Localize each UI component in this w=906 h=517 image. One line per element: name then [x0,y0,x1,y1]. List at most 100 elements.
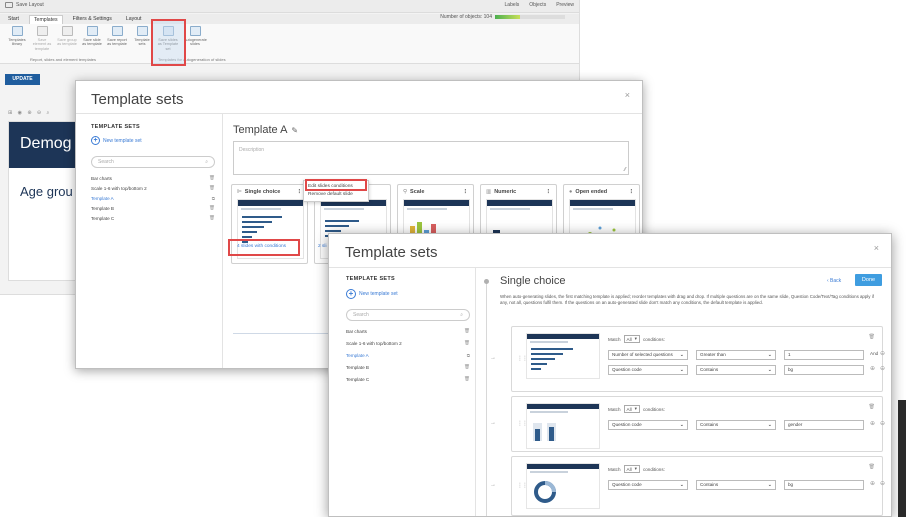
trash-icon[interactable]: 🗑 [464,376,470,382]
trash-icon[interactable]: 🗑 [869,464,875,470]
ribbon-button[interactable]: Save element as template [31,26,53,51]
labels-toggle[interactable]: Labels [505,2,520,8]
done-button[interactable]: Done [855,274,882,286]
more-icon[interactable]: ⋮ [297,189,303,195]
slide-toolbar: ⊞ ◉ ⊕ ⊖ ⌕ [8,110,52,116]
chevron-down-icon: ⌄ [679,422,684,428]
trash-icon[interactable]: 🗑 [209,175,215,181]
match-select[interactable]: All ▾ [623,335,640,343]
template-set-item[interactable]: Scale 1-6 with top/bottom 2 🗑 [91,183,215,193]
close-icon[interactable]: × [874,243,879,253]
field-select[interactable]: Question code ⌄ [608,365,688,375]
ribbon-button[interactable]: Save slide as template [81,26,103,47]
condition-block[interactable]: → ⋮⋮ Match All ▾ conditions: 🗑 Question c… [490,456,885,516]
trash-icon[interactable]: 🗑 [464,364,470,370]
remove-condition-icon[interactable]: ⊖ [880,420,885,427]
object-count: Number of objects: 104 [440,14,565,20]
trash-icon[interactable]: 🗑 [464,340,470,346]
chevron-down-icon: ⌄ [767,367,772,373]
copy-icon[interactable]: ⧉ [467,353,470,358]
match-select[interactable]: All ▾ [623,405,640,413]
ribbon-button[interactable]: Autogenerate slides [184,26,207,47]
trash-icon[interactable]: 🗑 [209,205,215,211]
value-input[interactable]: 1 [784,350,864,360]
tab-start[interactable]: Start [4,15,23,23]
template-set-item[interactable]: Bar charts 🗑 [346,325,470,337]
tab-layout[interactable]: Layout [122,15,146,23]
more-icon[interactable]: ⋮ [546,189,552,195]
template-set-item[interactable]: Template B 🗑 [91,203,215,213]
template-set-item[interactable]: Template B 🗑 [346,361,470,373]
ribbon-button[interactable]: Save report as template [106,26,128,47]
operator-select[interactable]: Contains ⌄ [696,365,776,375]
update-button[interactable]: UPDATE [5,74,40,85]
new-template-set-button[interactable]: + New template set [346,289,398,299]
menu-item-remove-default-slide[interactable]: Remove default slide [308,191,364,199]
preview-toggle[interactable]: Preview [556,2,574,8]
value-input[interactable]: bg [784,365,864,375]
field-select[interactable]: Question code ⌄ [608,420,688,430]
field-select[interactable]: Number of selected questions ⌄ [608,350,688,360]
chevron-down-icon: ▾ [634,466,637,471]
add-condition-icon[interactable]: ⊕ [870,480,875,487]
ribbon: Templates library Save element as templat… [0,24,579,64]
field-select[interactable]: Question code ⌄ [608,480,688,490]
tab-filters-settings[interactable]: Filters & Settings [69,15,116,23]
match-line: Match All ▾ conditions: [608,465,665,473]
description-field[interactable]: Description ⁄⁄ [233,141,629,175]
arrow-right-icon: → [490,420,496,426]
add-condition-icon[interactable]: ⊕ [870,365,875,372]
trash-icon[interactable]: 🗑 [869,334,875,340]
template-set-item[interactable]: Template A ⧉ [346,349,470,361]
chevron-down-icon: ⌄ [679,352,684,358]
template-set-list: Bar charts 🗑 Scale 1-6 with top/bottom 2 🗑 T… [91,173,215,223]
objects-toggle[interactable]: Objects [529,2,546,8]
section-title: Single choice [500,275,566,287]
copy-icon[interactable]: ⧉ [212,196,215,201]
ribbon-button[interactable]: Templates library [6,26,28,47]
back-button[interactable]: ‹ Back [827,278,841,284]
remove-condition-icon[interactable]: ⊖ [880,365,885,372]
more-icon[interactable]: ⋮ [629,189,635,195]
template-sets-highlight [151,19,186,66]
pencil-icon[interactable]: ✎ [291,126,298,135]
conditions-link-highlight [228,239,300,256]
thumbnail-bar-graphic [531,348,573,370]
operator-select[interactable]: Greater than ⌄ [696,350,776,360]
add-condition-icon[interactable]: ⊕ [870,420,875,427]
dialog-title: Template sets [345,244,438,261]
template-set-item[interactable]: Template C 🗑 [346,373,470,385]
value-input[interactable]: gender [784,420,864,430]
operator-select[interactable]: Contains ⌄ [696,480,776,490]
operator-select[interactable]: Contains ⌄ [696,420,776,430]
save-layout-button[interactable]: Save Layout [5,2,44,8]
slides-with-conditions-link-2[interactable]: 2 sli [318,241,327,253]
chevron-down-icon: ▾ [634,406,637,411]
object-count-bar [495,15,565,19]
tab-templates[interactable]: Templates [28,14,63,24]
template-set-item[interactable]: Template C 🗑 [91,213,215,223]
match-select[interactable]: All ▾ [623,465,640,473]
help-text: When auto-generating slides, the first m… [500,294,874,306]
trash-icon[interactable]: 🗑 [209,215,215,221]
new-template-set-button[interactable]: + New template set [91,136,142,145]
value-input[interactable]: bg [784,480,864,490]
search-input[interactable]: Search ⌕ [346,309,470,321]
resize-handle-icon[interactable]: ⁄⁄ [624,167,626,173]
template-set-item[interactable]: Scale 1-6 with top/bottom 2 🗑 [346,337,470,349]
template-set-item[interactable]: Template A ⧉ [91,193,215,203]
ribbon-button[interactable]: Save group as template [56,26,78,47]
ribbon-button[interactable]: Template sets [131,26,153,47]
condition-block[interactable]: → ⋮⋮ Match All ▾ conditions: 🗑 Number of … [490,326,885,392]
trash-icon[interactable]: 🗑 [209,185,215,191]
thumbnail-donut-graphic [534,481,556,503]
remove-condition-icon[interactable]: ⊖ [880,480,885,487]
trash-icon[interactable]: 🗑 [464,328,470,334]
condition-block[interactable]: → ⋮⋮ Match All ▾ conditions: 🗑 Question c… [490,396,885,452]
more-icon[interactable]: ⋮ [463,189,469,195]
search-input[interactable]: Search ⌕ [91,156,215,168]
remove-condition-icon[interactable]: ⊖ [880,350,885,357]
close-icon[interactable]: × [625,90,630,100]
trash-icon[interactable]: 🗑 [869,404,875,410]
template-set-item[interactable]: Bar charts 🗑 [91,173,215,183]
